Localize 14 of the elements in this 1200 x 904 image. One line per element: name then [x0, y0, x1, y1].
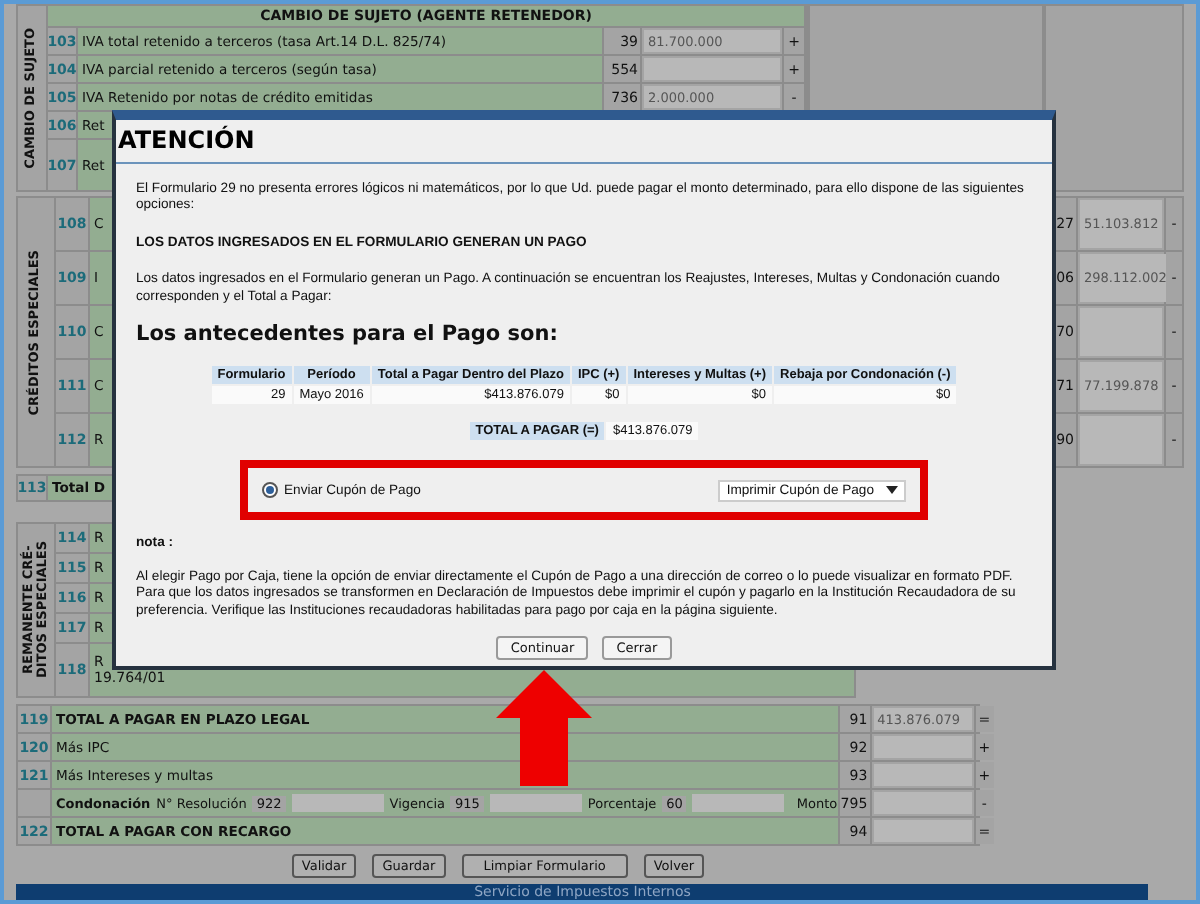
payment-subtitle: Los antecedentes para el Pago son:	[136, 322, 560, 347]
input-field[interactable]	[692, 794, 785, 812]
arrow-icon	[496, 670, 592, 786]
amount-field[interactable]	[873, 820, 972, 842]
input-field[interactable]	[291, 794, 384, 812]
amount-field[interactable]	[873, 764, 972, 786]
caret-icon	[886, 486, 898, 495]
amount-field[interactable]	[1080, 416, 1162, 464]
amount-field[interactable]	[873, 792, 972, 814]
amount-field[interactable]	[873, 736, 972, 758]
dialog-title: ATENCIÓN	[116, 120, 1052, 164]
amount-field[interactable]	[644, 58, 780, 80]
amount-field[interactable]	[1080, 308, 1162, 356]
input-field[interactable]	[489, 794, 582, 812]
